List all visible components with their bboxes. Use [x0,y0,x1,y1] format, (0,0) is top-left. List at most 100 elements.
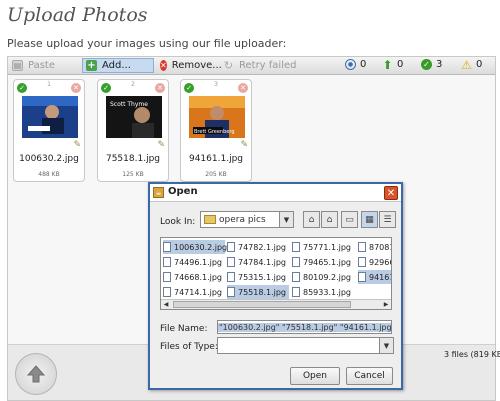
file-item[interactable]: 94161 [358,270,392,284]
scroll-right-icon[interactable]: ▶ [381,300,391,309]
file-item-label: 94161 [369,272,392,282]
uploading-value: 0 [397,59,404,70]
arrow-up-icon: ⬆ [382,57,393,72]
file-item-label: 75315.1.jpg [238,272,287,282]
upload-thumbnail[interactable]: 2 ✓ ✕ Scott Thyme ✎ 75518.1.jpg 125 KB [97,79,169,182]
file-type-dropdown[interactable]: ▼ [217,337,394,354]
list-view-button[interactable]: ▦ [361,211,378,228]
look-in-value: opera pics [219,214,266,225]
look-in-label: Look In: [160,217,196,227]
file-name-label: File Name: [160,324,208,334]
plus-icon: + [86,60,97,71]
check-icon: ✓ [421,59,432,70]
file-item[interactable]: 75315.1.jpg [227,270,289,284]
thumbnail-image: Brett Greenberg [189,96,245,138]
add-label: Add... [102,60,131,71]
paste-button[interactable]: ▤ Paste [9,58,79,73]
file-item-label: 80109.2.jpg [303,272,352,282]
up-folder-button[interactable]: ⌂ [303,211,320,228]
file-icon [358,272,366,282]
chevron-down-icon: ▼ [279,212,293,227]
file-name-value: "100630.2.jpg" "75518.1.jpg" "94161.1.jp… [218,322,391,332]
upload-arrow-icon [26,365,46,383]
scrollbar-thumb[interactable] [173,301,351,308]
paste-icon: ▤ [12,60,23,71]
file-list-row: 74668.1.jpg 75315.1.jpg 80109.2.jpg 9416… [161,270,392,285]
thumbnail-caption: Brett Greenberg [194,129,235,135]
file-type-label: Files of Type: [160,342,218,352]
file-item-label: 74496.1.jpg [174,257,223,267]
file-icon [163,257,171,267]
remove-icon: ✕ [160,60,167,71]
file-item[interactable]: 74668.1.jpg [163,270,225,284]
open-button[interactable]: Open [290,367,340,385]
thumbnail-image: Scott Thyme [106,96,162,138]
file-item[interactable]: 92966 [358,255,391,269]
file-item[interactable]: 74784.1.jpg [227,255,289,269]
file-icon [227,287,235,297]
warning-icon: ⚠ [461,57,472,72]
pending-count: ● 0 [345,59,366,70]
file-item[interactable]: 75771.1.jpg [292,240,356,254]
file-item-label: 79465.1.jpg [303,257,352,267]
remove-icon[interactable]: ✕ [238,83,248,93]
file-icon [358,257,366,267]
file-item-label: 85933.1.jpg [303,287,352,297]
edit-icon[interactable]: ✎ [157,140,165,150]
failed-value: 0 [476,59,483,70]
cancel-button[interactable]: Cancel [346,367,393,385]
look-in-dropdown[interactable]: opera pics ▼ [200,211,294,228]
file-icon [292,257,300,267]
upload-button[interactable] [15,353,57,395]
file-list[interactable]: 100630.2.jpg 74782.1.jpg 75771.1.jpg 870… [160,237,392,310]
thumbnail-caption: Scott Thyme [110,101,148,108]
uploader-toolbar: ▤ Paste + Add... ✕ Remove... ↻ Retry fai… [8,57,495,75]
file-item[interactable]: 74714.1.jpg [163,285,225,299]
open-file-dialog: ☕ Open ✕ Look In: opera pics ▼ ⌂ ⌂ ▭ ▦ ☰… [148,182,403,390]
add-button[interactable]: + Add... [82,58,154,73]
remove-label: Remove... [171,60,222,71]
file-item[interactable]: 74782.1.jpg [227,240,289,254]
page-title: Upload Photos [7,4,148,26]
file-item[interactable]: 80109.2.jpg [292,270,356,284]
retry-failed-button[interactable]: ↻ Retry failed [220,58,300,73]
uploading-count: ⬆ 0 [382,57,404,72]
edit-icon[interactable]: ✎ [240,140,248,150]
file-name-input[interactable]: "100630.2.jpg" "75518.1.jpg" "94161.1.jp… [217,320,392,334]
edit-icon[interactable]: ✎ [73,140,81,150]
clock-icon: ● [345,59,356,70]
completed-value: 3 [436,59,443,70]
remove-button[interactable]: ✕ Remove... [157,58,222,73]
file-item-label: 75518.1.jpg [238,287,287,297]
file-icon [358,242,366,252]
horizontal-scrollbar[interactable]: ◀ ▶ [161,299,391,309]
chevron-down-icon: ▼ [379,338,393,353]
remove-icon[interactable]: ✕ [155,83,165,93]
dialog-titlebar[interactable]: ☕ Open ✕ [150,184,401,202]
file-item[interactable]: 75518.1.jpg [227,285,289,299]
file-item[interactable]: 74496.1.jpg [163,255,225,269]
check-icon: ✓ [101,83,111,93]
check-icon: ✓ [184,83,194,93]
check-icon: ✓ [17,83,27,93]
remove-icon[interactable]: ✕ [71,83,81,93]
upload-thumbnail[interactable]: 1 ✓ ✕ ✎ 100630.2.jpg 488 KB [13,79,85,182]
home-folder-button[interactable]: ⌂ [321,211,338,228]
retry-label: Retry failed [239,60,297,71]
dialog-title: Open [168,186,198,197]
thumbnail-filename: 100630.2.jpg [19,154,79,164]
file-item[interactable]: 87081 [358,240,391,254]
file-item[interactable]: 100630.2.jpg [163,240,228,254]
scroll-left-icon[interactable]: ◀ [161,300,171,309]
page-description: Please upload your images using our file… [7,37,287,50]
file-item[interactable]: 79465.1.jpg [292,255,356,269]
new-folder-button[interactable]: ▭ [341,211,358,228]
upload-thumbnail[interactable]: 3 ✓ ✕ Brett Greenberg ✎ 94161.1.jpg 205 … [180,79,252,182]
file-item-label: 100630.2.jpg [174,242,228,252]
close-icon[interactable]: ✕ [384,186,398,200]
details-view-button[interactable]: ☰ [379,211,396,228]
file-icon [292,242,300,252]
file-item-label: 74784.1.jpg [238,257,287,267]
file-item[interactable]: 85933.1.jpg [292,285,356,299]
thumbnail-filename: 75518.1.jpg [105,154,160,164]
